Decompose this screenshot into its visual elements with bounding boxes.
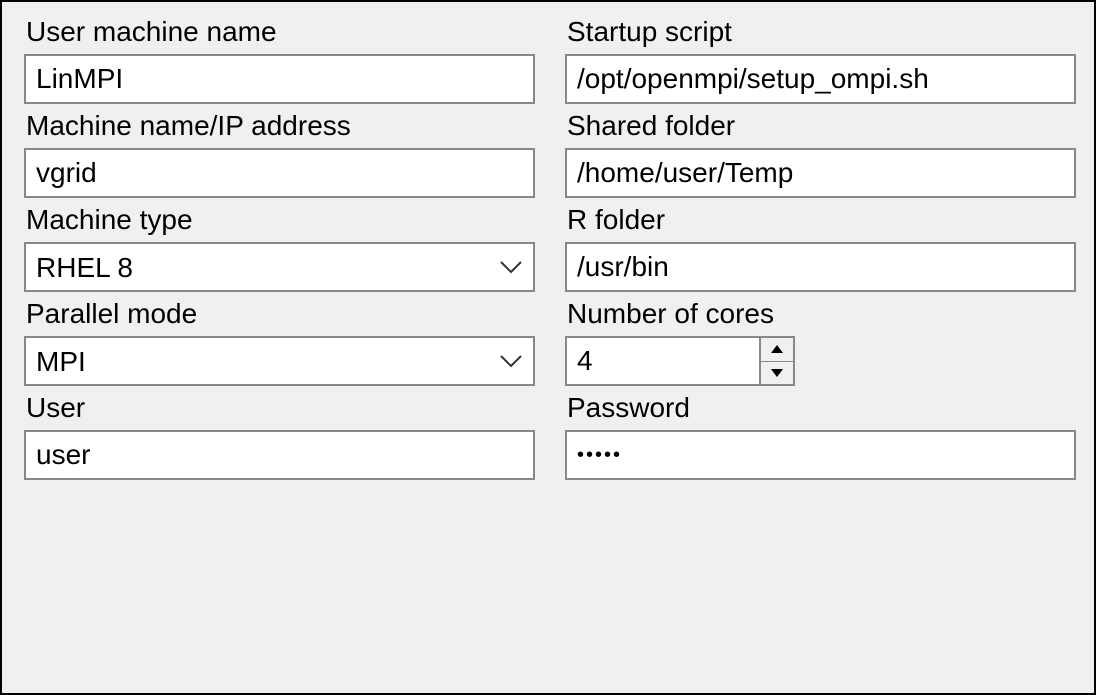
spinner-up-button[interactable]	[761, 338, 793, 362]
machine-settings-panel: User machine name Startup script Machine…	[0, 0, 1096, 695]
machine-type-select[interactable]: RHEL 8	[24, 242, 535, 292]
password-field: Password •••••	[565, 392, 1076, 480]
startup-script-input[interactable]	[565, 54, 1076, 104]
password-label: Password	[565, 392, 1076, 424]
triangle-down-icon	[771, 369, 783, 377]
user-field: User	[24, 392, 535, 480]
shared-folder-field: Shared folder	[565, 110, 1076, 198]
num-cores-spinner[interactable]	[565, 336, 795, 386]
user-machine-name-input[interactable]	[24, 54, 535, 104]
r-folder-field: R folder	[565, 204, 1076, 292]
num-cores-field: Number of cores	[565, 298, 1076, 386]
parallel-mode-label: Parallel mode	[24, 298, 535, 330]
machine-ip-field: Machine name/IP address	[24, 110, 535, 198]
user-label: User	[24, 392, 535, 424]
num-cores-input[interactable]	[567, 338, 759, 384]
triangle-up-icon	[771, 345, 783, 353]
r-folder-input[interactable]	[565, 242, 1076, 292]
user-machine-name-field: User machine name	[24, 16, 535, 104]
spinner-down-button[interactable]	[761, 362, 793, 385]
num-cores-label: Number of cores	[565, 298, 1076, 330]
shared-folder-label: Shared folder	[565, 110, 1076, 142]
spinner-buttons	[759, 338, 793, 384]
parallel-mode-field: Parallel mode MPI	[24, 298, 535, 386]
password-input[interactable]: •••••	[565, 430, 1076, 480]
machine-type-label: Machine type	[24, 204, 535, 236]
startup-script-label: Startup script	[565, 16, 1076, 48]
machine-type-field: Machine type RHEL 8	[24, 204, 535, 292]
machine-ip-label: Machine name/IP address	[24, 110, 535, 142]
user-input[interactable]	[24, 430, 535, 480]
parallel-mode-select[interactable]: MPI	[24, 336, 535, 386]
user-machine-name-label: User machine name	[24, 16, 535, 48]
machine-ip-input[interactable]	[24, 148, 535, 198]
startup-script-field: Startup script	[565, 16, 1076, 104]
r-folder-label: R folder	[565, 204, 1076, 236]
shared-folder-input[interactable]	[565, 148, 1076, 198]
